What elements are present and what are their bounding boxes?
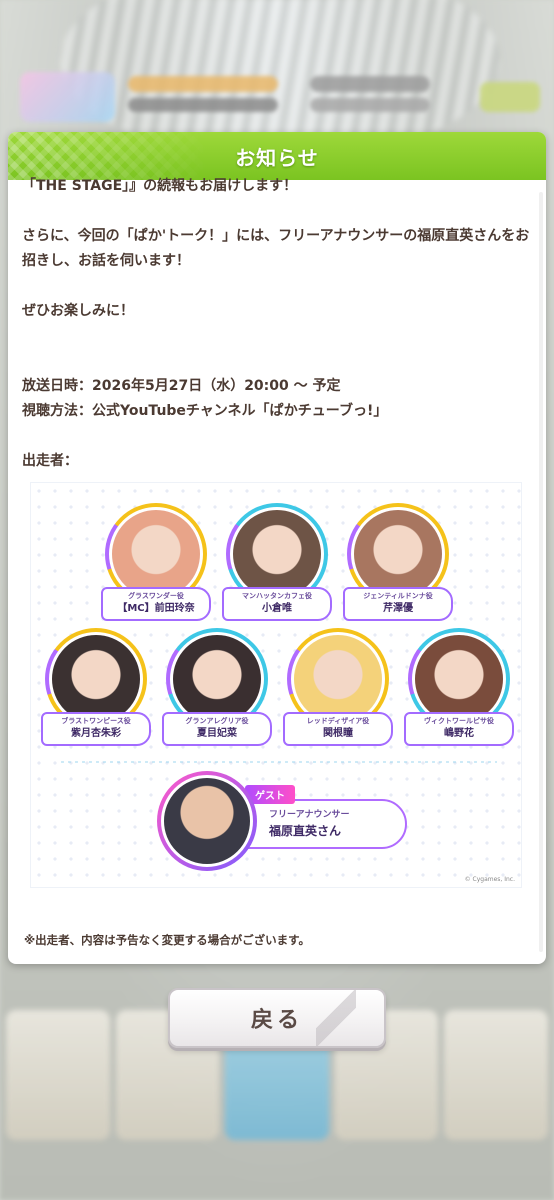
button-shine — [316, 990, 356, 1046]
viewing-method: 視聴方法：公式YouTubeチャンネル「ぱかチューブっ!」 — [22, 403, 388, 419]
cast-role: ブラストワンピース役 — [61, 717, 131, 725]
back-button[interactable]: 戻る — [168, 988, 386, 1048]
guest-photo — [161, 775, 253, 867]
cast-name: 紫月杏朱彩 — [71, 728, 121, 739]
broadcast-date: 放送日時：2026年5月27日（水）20:00 ～ 予定 — [22, 378, 341, 394]
copyright: © Cygames, Inc. — [464, 876, 515, 883]
cast-name: 関根瞳 — [323, 728, 353, 739]
cast-member: ブラストワンピース役 紫月杏朱彩 — [41, 628, 151, 758]
guest-ring — [157, 771, 257, 871]
background-hud — [10, 72, 544, 122]
cast-role: マンハッタンカフェ役 — [242, 592, 312, 600]
cast-member: レッドディザイア役 関根瞳 — [283, 628, 393, 758]
back-button-label: 戻る — [250, 1008, 303, 1033]
cast-image: グラスワンダー役【MC】前田玲奈 マンハッタンカフェ役 小倉唯 ジェンティルドンナ… — [30, 482, 522, 888]
dialog-title: お知らせ — [235, 145, 319, 170]
cast-name: 嶋野花 — [444, 728, 474, 739]
cast-name: 小倉唯 — [262, 603, 292, 614]
scrollbar[interactable] — [539, 192, 543, 952]
cast-role: ジェンティルドンナ役 — [363, 592, 433, 600]
cast-member: ヴィクトワールピサ役 嶋野花 — [404, 628, 514, 758]
cast-member: マンハッタンカフェ役 小倉唯 — [222, 503, 332, 633]
body-text: ぜひお楽しみに！ — [22, 303, 134, 319]
cast-member: グラスワンダー役【MC】前田玲奈 — [101, 503, 211, 633]
cast-member: ジェンティルドンナ役 芹澤優 — [343, 503, 453, 633]
cast-member: グランアレグリア役 夏目妃菜 — [162, 628, 272, 758]
cast-role: グランアレグリア役 — [185, 717, 249, 725]
header-pattern — [8, 132, 208, 180]
body-text: さらに、今回の「ぱか'トーク！」には、フリーアナウンサーの福原直英さんをお招きし… — [22, 228, 530, 269]
disclaimer-note: ※出走者、内容は予告なく変更する場合がございます。 — [24, 933, 311, 947]
cast-heading: 出走者： — [22, 453, 78, 469]
guest-name: 福原直英さん — [269, 824, 342, 838]
cast-name: 夏目妃菜 — [197, 728, 237, 739]
body-text: 「THE STAGE」』の続報もお届けします！ — [22, 178, 298, 194]
cast-divider — [59, 761, 497, 763]
cast-name: 芹澤優 — [383, 603, 413, 614]
notice-dialog: お知らせ 「THE STAGE」』の続報もお届けします！ さらに、今回の「ぱか'… — [8, 132, 546, 964]
dialog-body[interactable]: 「THE STAGE」』の続報もお届けします！ さらに、今回の「ぱか'トーク！」… — [8, 178, 546, 964]
cast-role: レッドディザイア役 — [306, 717, 370, 725]
cast-role: グラスワンダー役 — [128, 592, 184, 600]
cast-role: ヴィクトワールピサ役 — [424, 717, 494, 725]
guest-member: フリーアナウンサー 福原直英さん ゲスト — [157, 771, 407, 871]
dialog-header: お知らせ — [8, 132, 546, 180]
cast-name: 【MC】前田玲奈 — [117, 603, 195, 614]
guest-role: フリーアナウンサー — [269, 810, 350, 820]
